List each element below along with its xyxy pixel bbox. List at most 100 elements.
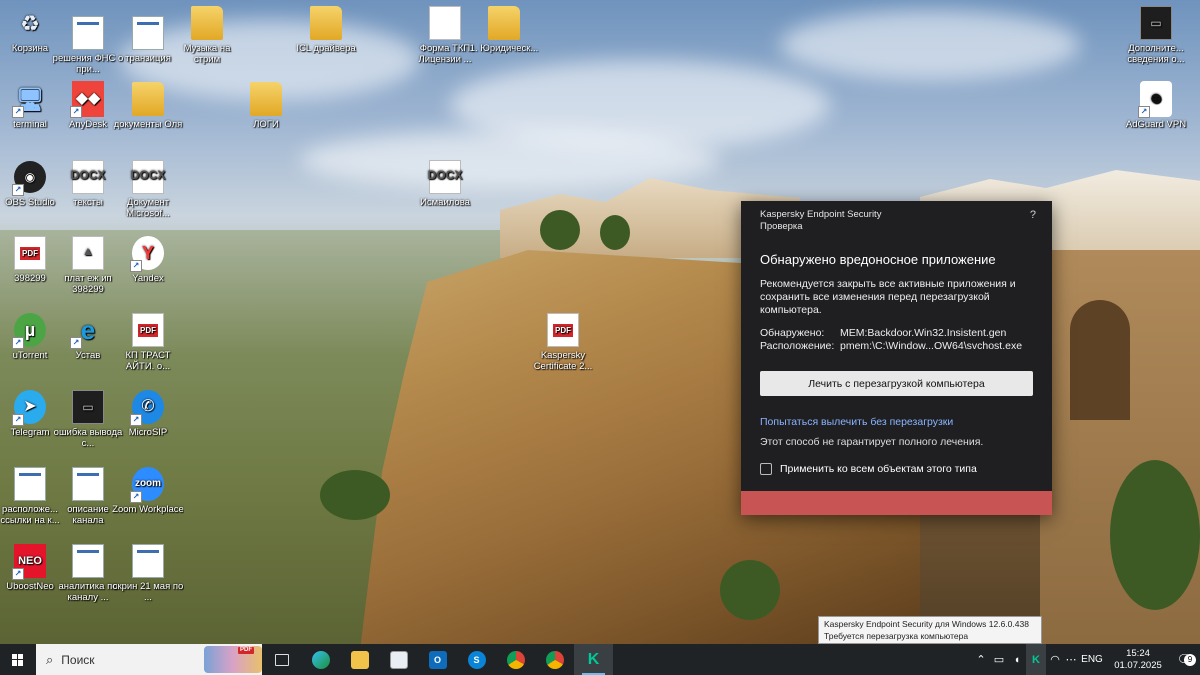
edge-icon <box>311 650 330 669</box>
taskbar-chrome[interactable] <box>496 644 535 675</box>
wifi-icon[interactable]: ◠ <box>1046 653 1064 666</box>
kaspersky-icon: K <box>587 650 600 668</box>
desktop-icon-docsola[interactable]: документы Оля <box>112 82 184 130</box>
taskbar-explorer[interactable] <box>340 644 379 675</box>
kaspersky-tray-icon[interactable]: K <box>1026 644 1046 675</box>
dialog-section-name: Проверка <box>760 221 803 232</box>
clock-date: 01.07.2025 <box>1114 659 1162 671</box>
threat-details: Обнаружено: MEM:Backdoor.Win32.Insistent.… <box>760 327 1033 353</box>
chrome-profile-icon <box>545 650 564 669</box>
pdf-icon: PDF <box>132 313 164 347</box>
notification-center-button[interactable]: 🗨 9 <box>1170 652 1200 668</box>
tooltip-line-1: Kaspersky Endpoint Security для Windows … <box>824 619 1029 629</box>
kaspersky-alert-dialog: Kaspersky Endpoint Security Проверка ? О… <box>741 201 1052 515</box>
task-view-button[interactable] <box>262 644 301 675</box>
win-icon <box>72 16 104 50</box>
search-placeholder: Поиск <box>61 652 95 667</box>
outlook-icon: O <box>428 650 447 669</box>
microsip-icon: ✆ <box>130 390 164 426</box>
zoom-icon: zoom <box>130 467 164 503</box>
desktop-icon-music[interactable]: Музыка на стрим <box>171 6 243 65</box>
pc-icon: 🖥 <box>12 82 46 118</box>
dialog-title: Обнаружено вредоносное приложение <box>760 252 996 267</box>
desktop-icon-microsip[interactable]: ✆MicroSIP <box>112 390 184 438</box>
system-tray: ⌃ ▭ ◖ K ◠ ⋯ ENG 15:24 01.07.2025 🗨 9 <box>972 644 1200 675</box>
win-icon <box>132 544 164 578</box>
pdf-icon: PDF <box>14 236 46 270</box>
location-value: pmem:\C:\Window...OW64\svchost.exe <box>840 340 1023 352</box>
recycle-icon: ♻ <box>20 10 40 36</box>
chrome-icon <box>506 650 525 669</box>
taskbar-edge[interactable] <box>301 644 340 675</box>
desktop-icon-label: Исмаилова <box>420 197 470 208</box>
desktop-icon-label: Дополните... сведения о... <box>1127 43 1185 65</box>
checkbox-box[interactable] <box>760 463 772 475</box>
desktop-icon-yandex[interactable]: YYandex <box>112 236 184 284</box>
desktop-icon-label: Kaspersky Certificate 2... <box>533 350 593 372</box>
tooltip-line-2: Требуется перезагрузка компьютера <box>824 631 969 641</box>
desktop-icon-logi[interactable]: ЛОГИ <box>230 82 302 130</box>
detected-label: Обнаружено: <box>760 327 825 339</box>
utorrent-icon: µ <box>12 313 46 349</box>
desktop-icon-label: MicroSIP <box>128 427 168 438</box>
chevron-up-icon[interactable]: ⌃ <box>972 653 990 666</box>
location-label: Расположение: <box>760 340 835 352</box>
disinfect-without-reboot-link[interactable]: Попытаться вылечить без перезагрузки <box>760 416 1033 428</box>
folder-icon <box>350 650 369 669</box>
desktop-icon-zoom[interactable]: zoomZoom Workplace <box>112 467 184 515</box>
desktop-icon-label: скрин 21 мая по ... <box>112 581 184 603</box>
desktop-icon-skrin[interactable]: скрин 21 мая по ... <box>112 544 184 603</box>
taskbar: ⌕ Поиск PDF O S K ⌃ ▭ ◖ K ◠ ⋯ ENG 15:24 … <box>0 644 1200 675</box>
start-button[interactable] <box>0 644 36 675</box>
disinfect-note: Этот способ не гарантирует полного лечен… <box>760 436 984 448</box>
desktop-icon-label: 1. Юридическ... <box>469 43 539 54</box>
dialog-product-name: Kaspersky Endpoint Security <box>760 209 882 220</box>
yandex-icon: Y <box>130 236 164 272</box>
desktop-icon-label: Zoom Workplace <box>112 504 184 515</box>
docx-icon: DOCX <box>71 160 105 194</box>
detected-value: MEM:Backdoor.Win32.Insistent.gen <box>840 327 1007 339</box>
notification-badge: 9 <box>1184 653 1196 666</box>
taskbar-skype[interactable]: S <box>457 644 496 675</box>
dialog-status-bar <box>741 491 1052 515</box>
desktop-icon-adguard[interactable]: ☻AdGuard VPN <box>1120 81 1192 130</box>
desktop-icon-label: ICL драйвера <box>296 43 356 54</box>
pdf-icon: PDF <box>547 313 579 347</box>
win-icon <box>14 467 46 501</box>
docx-icon: DOCX <box>131 160 165 194</box>
clock[interactable]: 15:24 01.07.2025 <box>1106 648 1170 672</box>
desktop-icon-icl[interactable]: ICL драйвера <box>290 6 362 54</box>
taskbar-search[interactable]: ⌕ Поиск PDF <box>36 644 262 675</box>
desktop-icon-kavcert[interactable]: PDF Kaspersky Certificate 2... <box>527 313 599 372</box>
desktop-icon-label: ЛОГИ <box>253 119 279 130</box>
desktop-icon-kptrast[interactable]: PDF КП ТРАСТ АЙТИ. о... <box>112 313 184 372</box>
desktop-icon-label: Документ Microsof... <box>126 197 170 219</box>
dark-icon: ▭ <box>1140 6 1172 40</box>
taskbar-chrome-profile[interactable] <box>535 644 574 675</box>
taskbar-outlook[interactable]: O <box>418 644 457 675</box>
desktop-icon-label: КП ТРАСТ АЙТИ. о... <box>125 350 171 372</box>
telegram-icon: ➤ <box>12 390 46 426</box>
taskbar-kaspersky[interactable]: K <box>574 644 613 675</box>
win-icon <box>132 16 164 50</box>
win-icon <box>72 544 104 578</box>
tray-tooltip: Kaspersky Endpoint Security для Windows … <box>818 616 1042 644</box>
adguard-icon: ☻ <box>1138 81 1172 118</box>
network-icon[interactable]: ⋯ <box>1064 653 1078 666</box>
taskbar-store[interactable] <box>379 644 418 675</box>
doc-icon <box>429 6 461 40</box>
disinfect-reboot-button[interactable]: Лечить с перезагрузкой компьютера <box>760 371 1033 396</box>
desktop-icon-jur[interactable]: 1. Юридическ... <box>468 6 540 54</box>
language-indicator[interactable]: ENG <box>1078 654 1106 665</box>
help-icon[interactable]: ? <box>1030 209 1036 221</box>
battery-icon[interactable]: ▭ <box>990 653 1008 666</box>
desktop-icon-docms[interactable]: DOCX Документ Microsof... <box>112 160 184 219</box>
windows-logo-icon <box>12 653 24 666</box>
desktop-icon-addl[interactable]: ▭ Дополните... сведения о... <box>1120 6 1192 65</box>
checkbox-label: Применить ко всем объектам этого типа <box>780 463 977 475</box>
volume-icon[interactable]: ◖ <box>1008 654 1026 666</box>
desktop-icon-ismail[interactable]: DOCX Исмаилова <box>409 160 481 208</box>
dark-icon: ▭ <box>72 390 104 424</box>
apply-all-checkbox[interactable]: Применить ко всем объектам этого типа <box>760 463 1033 475</box>
search-highlight-pdf-badge: PDF <box>238 647 254 654</box>
